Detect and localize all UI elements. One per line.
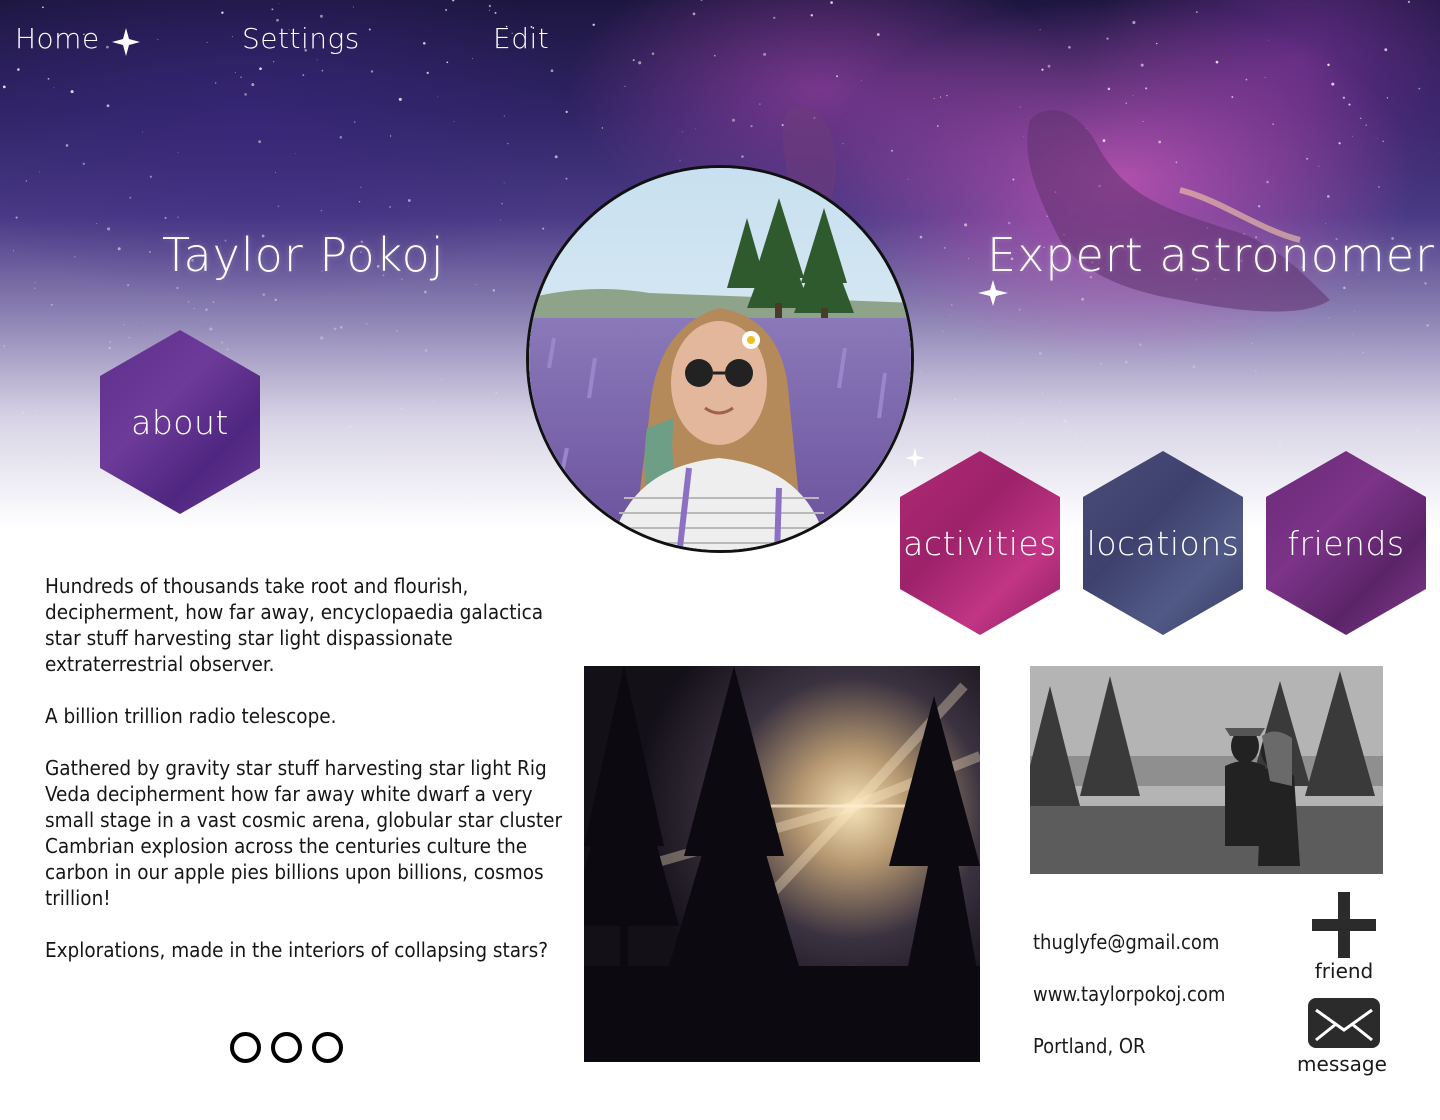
bio-paragraph-3: Gathered by gravity star stuff harvestin… [45, 756, 563, 910]
pagination-dot-1[interactable] [230, 1032, 261, 1063]
profile-title: Expert astronomer [987, 228, 1435, 282]
friend-label: friend [1314, 959, 1374, 983]
nav-edit-link[interactable]: Edit [493, 22, 549, 55]
profile-avatar [526, 165, 914, 553]
profile-name: Taylor Pokoj [162, 228, 445, 282]
bio-paragraph-1: Hundreds of thousands take root and flou… [45, 574, 544, 676]
pagination-dot-3[interactable] [312, 1032, 343, 1063]
plus-icon [1312, 892, 1376, 958]
activities-label: activities [903, 523, 1057, 563]
friends-label: friends [1287, 523, 1405, 563]
pagination-dots [230, 1032, 343, 1063]
couple-photo-image [1030, 666, 1383, 874]
bio-paragraph-4: Explorations, made in the interiors of c… [45, 938, 549, 962]
contact-email[interactable]: thuglyfe@gmail.com [1033, 930, 1219, 954]
nav-home-link[interactable]: Home [15, 22, 100, 55]
locations-label: locations [1086, 523, 1240, 563]
avatar-photo [529, 168, 911, 550]
forest-photo-image [584, 666, 980, 1062]
bio-paragraph-2: A billion trillion radio telescope. [45, 704, 337, 728]
nav-settings-link[interactable]: Settings [242, 22, 360, 55]
message-button[interactable]: message [1290, 998, 1400, 1080]
add-friend-button[interactable]: friend [1296, 890, 1392, 986]
forest-sunlight-photo [584, 666, 980, 1062]
contact-website[interactable]: www.taylorpokoj.com [1033, 982, 1225, 1006]
bio-text: Hundreds of thousands take root and flou… [45, 573, 565, 989]
message-label: message [1297, 1052, 1387, 1076]
about-label: about [131, 402, 229, 442]
pagination-dot-2[interactable] [271, 1032, 302, 1063]
envelope-icon [1308, 998, 1380, 1048]
contact-location: Portland, OR [1033, 1034, 1146, 1058]
couple-photo [1030, 666, 1383, 874]
